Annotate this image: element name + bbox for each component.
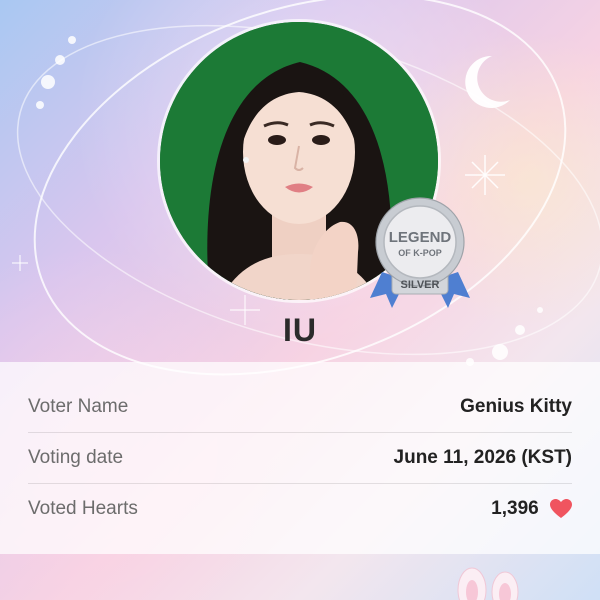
vote-info-card: Voter Name Genius Kitty Voting date June… <box>0 362 600 554</box>
row-voting-date: Voting date June 11, 2026 (KST) <box>28 433 572 483</box>
artist-name: IU <box>283 312 317 348</box>
moon-icon <box>465 55 510 108</box>
voting-date-value: June 11, 2026 (KST) <box>393 447 572 468</box>
legend-badge: LEGEND OF K-POP SILVER <box>360 190 480 315</box>
voting-date-label: Voting date <box>28 447 124 468</box>
voted-hearts-value: 1,396 <box>491 498 539 519</box>
heart-icon <box>550 498 572 518</box>
badge-tier: SILVER <box>401 279 440 291</box>
badge-line2: OF K-POP <box>398 248 442 258</box>
row-voted-hearts: Voted Hearts 1,396 <box>28 484 572 534</box>
voter-name-label: Voter Name <box>28 396 129 417</box>
sparkle-icon <box>465 155 505 195</box>
row-voter-name: Voter Name Genius Kitty <box>28 382 572 432</box>
badge-line1: LEGEND <box>389 229 452 246</box>
voted-hearts-value-wrap: 1,396 <box>491 498 572 520</box>
voter-name-value: Genius Kitty <box>460 396 572 417</box>
voted-hearts-label: Voted Hearts <box>28 498 138 519</box>
